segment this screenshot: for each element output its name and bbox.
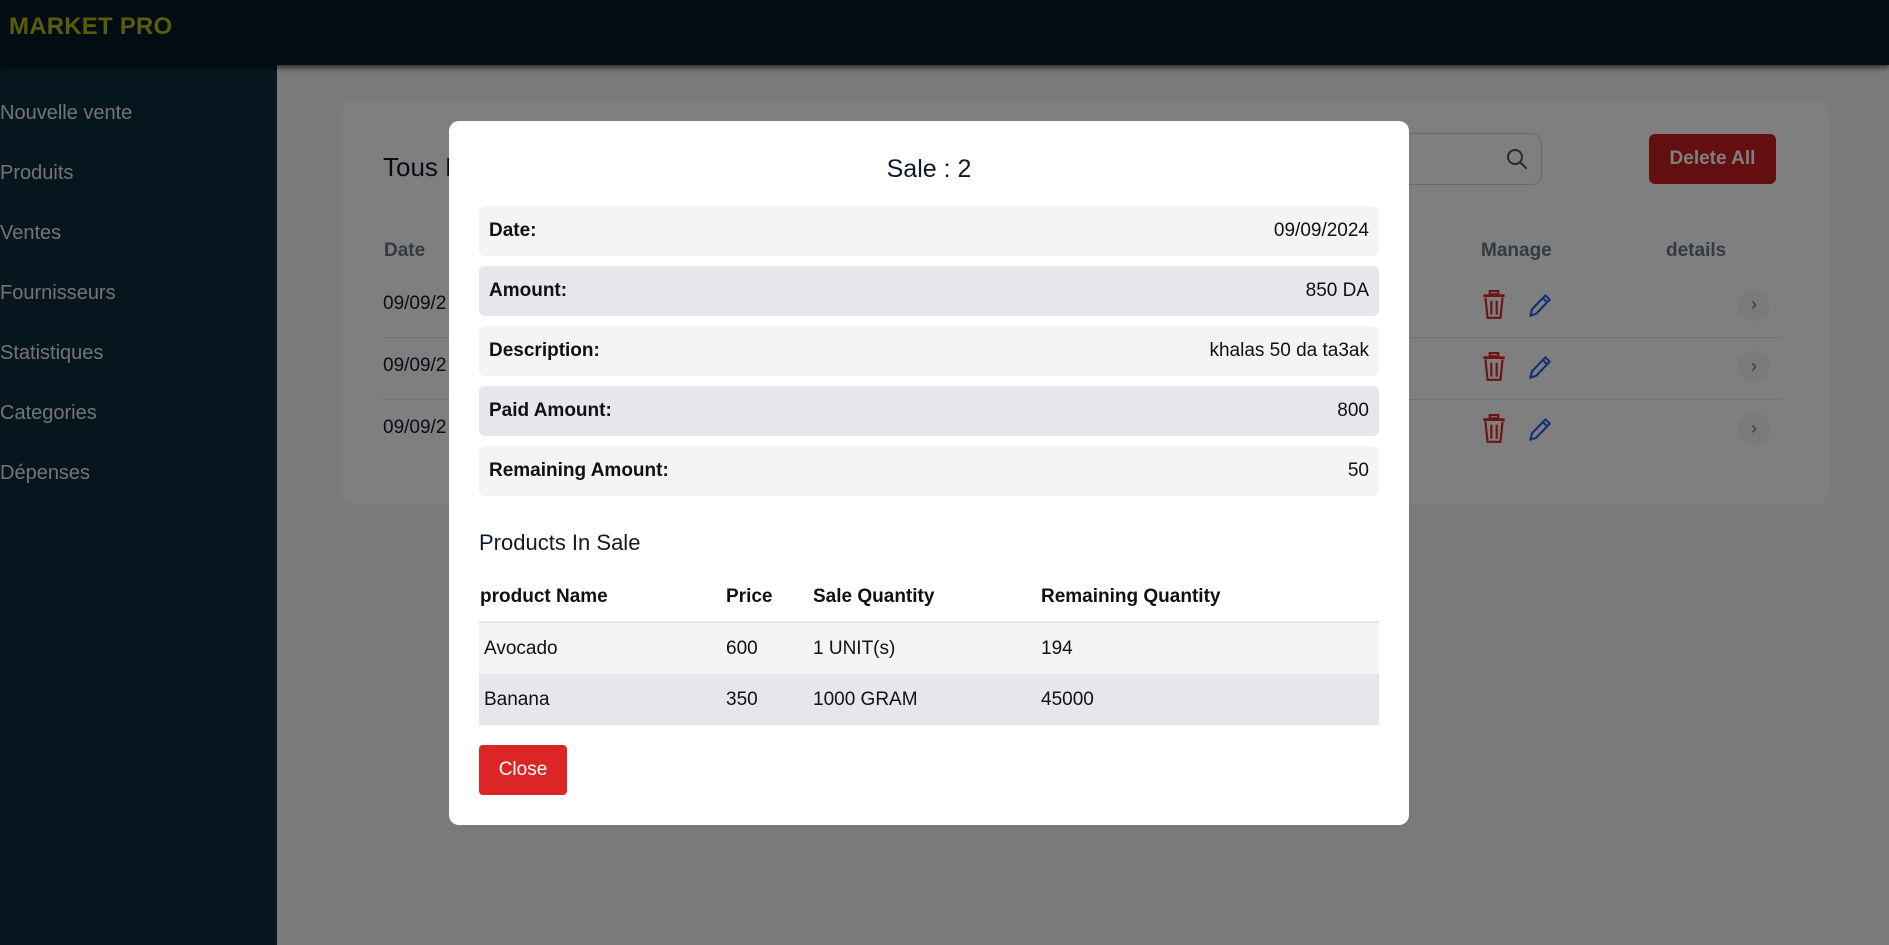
product-remaining-quantity: 194 — [1041, 638, 1073, 659]
detail-row-remaining-amount: Remaining Amount: 50 — [479, 446, 1379, 496]
detail-value: 800 — [1337, 400, 1369, 421]
detail-label: Remaining Amount: — [489, 460, 669, 481]
product-name: Banana — [484, 689, 550, 710]
product-row: Banana 350 1000 GRAM 45000 — [479, 674, 1379, 725]
detail-label: Amount: — [489, 280, 568, 301]
detail-row-paid-amount: Paid Amount: 800 — [479, 386, 1379, 436]
detail-row-date: Date: 09/09/2024 — [479, 206, 1379, 256]
detail-value: 50 — [1347, 460, 1369, 481]
product-name: Avocado — [484, 638, 558, 659]
detail-row-description: Description: khalas 50 da ta3ak — [479, 326, 1379, 376]
product-sale-quantity: 1 UNIT(s) — [813, 638, 896, 659]
products-section-title: Products In Sale — [479, 530, 641, 555]
product-sale-quantity: 1000 GRAM — [813, 689, 918, 710]
column-header-price: Price — [726, 586, 773, 607]
close-button[interactable]: Close — [479, 745, 567, 795]
detail-row-amount: Amount: 850 DA — [479, 266, 1379, 316]
column-header-sale-quantity: Sale Quantity — [813, 586, 935, 607]
column-header-remaining-quantity: Remaining Quantity — [1041, 586, 1221, 607]
product-remaining-quantity: 45000 — [1041, 689, 1094, 710]
detail-value: 09/09/2024 — [1273, 220, 1369, 241]
detail-label: Paid Amount: — [489, 400, 612, 421]
detail-label: Description: — [489, 340, 600, 361]
product-price: 600 — [726, 638, 758, 659]
detail-label: Date: — [489, 220, 537, 241]
product-row: Avocado 600 1 UNIT(s) 194 — [479, 623, 1379, 674]
column-header-product-name: product Name — [480, 586, 608, 607]
modal-title: Sale : 2 — [886, 155, 972, 183]
sale-details-modal: Sale : 2 Date: 09/09/2024 Amount: 850 DA… — [449, 121, 1409, 825]
detail-value: khalas 50 da ta3ak — [1209, 340, 1369, 361]
detail-value: 850 DA — [1305, 280, 1369, 301]
product-price: 350 — [726, 689, 758, 710]
